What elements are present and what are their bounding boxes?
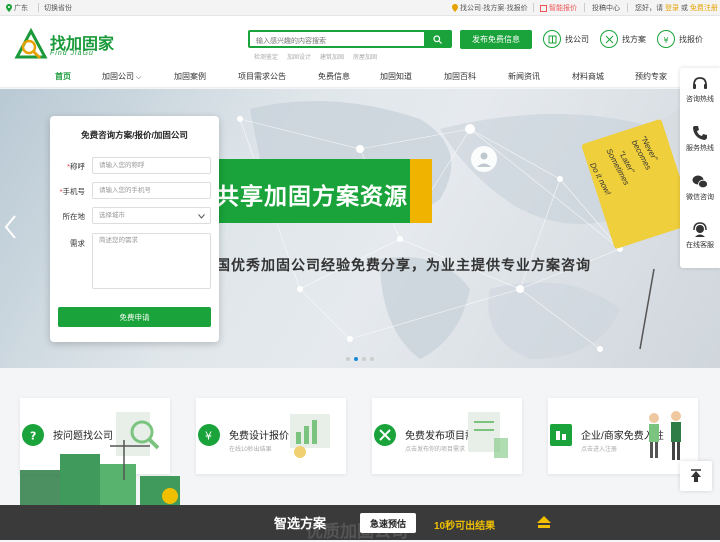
switch-province-link[interactable]: 切换省份 [44,3,72,13]
consult-form: 免费咨询方案/报价/加固公司 *称呼 请输入您的称呼 *手机号 请输入您的手机号… [50,116,219,342]
hot-search-words: 检测鉴定 加固设计 建筑加固 房屋加固 [254,52,377,61]
phone-field[interactable]: 请输入您的手机号 [92,182,211,199]
bottom-promo-bar: 优质加固公司 智选方案 急速预估 10秒可出结果 [0,505,720,541]
location-selector[interactable]: 广东 [6,3,28,13]
search-input[interactable] [250,34,426,49]
chevron-down-icon [198,214,205,219]
main-nav: 首页 加固公司 ⌵ 加固案例 项目需求公告 免费信息 加固知道 加固百科 新闻资… [0,66,720,88]
calculator-icon [540,4,547,12]
nav-item-home[interactable]: 首页 [55,71,71,82]
smart-quote-link[interactable]: 智能报价 [540,3,577,13]
city-select[interactable]: 选择城市 [92,207,211,224]
service-hotline-button[interactable]: 服务热线 [680,125,720,153]
banner-subtitle: 国优秀加固公司经验免费分享，为业主提供专业方案咨询 [216,257,591,273]
price-icon: ¥ [657,30,675,48]
divider [584,3,585,12]
register-link[interactable]: 免费注册 [690,5,718,12]
location-pin-icon [452,4,458,12]
search-box [248,30,452,49]
feature-subtitle: 点击进入注册 [581,447,618,453]
nav-item-encyclopedia[interactable]: 加固百科 [444,71,476,82]
blueprint-icon [600,30,618,48]
login-link[interactable]: 登录 [665,5,679,12]
tender-center-link[interactable]: 投稿中心 [592,3,620,13]
document-illustration-icon [468,412,508,458]
find-quote-button[interactable]: ¥ 找报价 [657,30,703,48]
name-label: *称呼 [67,162,85,171]
phone-label: *手机号 [59,187,85,196]
logo-subtext: Find JiaGu [50,50,94,57]
find-company-button[interactable]: 找公司 [543,30,589,48]
need-textarea[interactable]: 简述您的需求 [92,233,211,289]
feature-card-publish-demand[interactable]: 免费发布项目需求 点击发布你的项目需求 [372,398,522,474]
nav-item-companies[interactable]: 加固公司 ⌵ [102,71,141,82]
carousel-indicator [346,357,374,361]
feature-card-merchant-join[interactable]: 企业/商家免费入驻 点击进入注册 [548,398,698,474]
customer-service-icon [693,222,707,237]
find-company-link[interactable]: 找公司·找方案·找报价 [452,3,528,13]
hot-word[interactable]: 检测鉴定 [254,52,278,61]
arrow-up-icon [691,469,701,482]
wechat-icon [692,175,708,189]
consult-hotline-button[interactable]: 咨询热线 [680,76,720,104]
nav-item-qa[interactable]: 加固知道 [380,71,412,82]
pencil-ruler-icon [374,424,396,446]
nav-item-materials[interactable]: 材料商城 [572,71,604,82]
banner-accent [410,159,432,223]
hot-word[interactable]: 加固设计 [287,52,311,61]
double-arrow-up-icon[interactable] [536,515,552,531]
banner-title: 共享加固方案资源 [216,183,408,210]
svg-text:¥: ¥ [663,36,668,44]
city-illustration [20,440,180,510]
building-icon [550,424,572,446]
smart-plan-label: 智选方案 [274,516,327,531]
login-register-area: 您好，请 登录 或 免费注册 [635,5,718,12]
nav-item-experts[interactable]: 预约专家 [635,71,667,82]
need-label: 需求 [70,239,85,248]
form-title: 免费咨询方案/报价/加固公司 [81,130,188,140]
carousel-dot-active[interactable] [354,357,358,361]
headset-icon [693,77,707,89]
ten-seconds-text: 10秒可出结果 [434,521,496,532]
location-pin-icon [6,4,12,12]
name-field[interactable]: 请输入您的称呼 [92,157,211,174]
divider [533,3,534,12]
online-service-button[interactable]: 在线客服 [680,222,720,250]
carousel-prev-arrow[interactable] [4,215,16,245]
search-button[interactable] [424,32,450,46]
chart-illustration-icon [290,414,330,458]
phone-icon [693,126,707,140]
nav-item-cases[interactable]: 加固案例 [174,71,206,82]
nav-item-project-notices[interactable]: 项目需求公告 [238,71,286,82]
divider [627,3,628,12]
free-apply-button[interactable]: 免费申请 [58,307,211,327]
nav-item-news[interactable]: 新闻资讯 [508,71,540,82]
site-logo[interactable]: 找加固家 Find JiaGu [14,28,114,62]
location-text: 广东 [14,5,28,12]
hot-word[interactable]: 房屋加固 [353,52,377,61]
top-bar: 广东 切换省份 找公司·找方案·找报价 智能报价 投稿中心 您好，请 登录 或 … [0,0,720,16]
hot-word[interactable]: 建筑加固 [320,52,344,61]
carousel-dot[interactable] [362,357,366,361]
carousel-dot[interactable] [346,357,350,361]
quick-quote-button[interactable]: 急速预估 [360,513,416,533]
location-label: 所在地 [62,212,86,221]
carousel-dot[interactable] [370,357,374,361]
building-icon [543,30,561,48]
people-illustration-icon [649,411,681,460]
feature-subtitle: 在线10秒出结果 [229,447,272,453]
divider [38,3,39,12]
search-icon [432,34,442,44]
chevron-down-icon: ⌵ [134,74,142,81]
header: 找加固家 Find JiaGu 检测鉴定 加固设计 建筑加固 房屋加固 发布免费… [0,16,720,66]
back-to-top-button[interactable] [680,461,712,491]
side-service-bar: 咨询热线 服务热线 微信咨询 在线客服 [680,68,720,268]
chevron-left-icon [4,215,16,239]
find-plan-button[interactable]: 找方案 [600,30,646,48]
publish-free-info-button[interactable]: 发布免费信息 [460,30,532,49]
logo-icon [14,28,48,60]
nav-item-free-info[interactable]: 免费信息 [318,71,350,82]
wechat-consult-button[interactable]: 微信咨询 [680,174,720,202]
